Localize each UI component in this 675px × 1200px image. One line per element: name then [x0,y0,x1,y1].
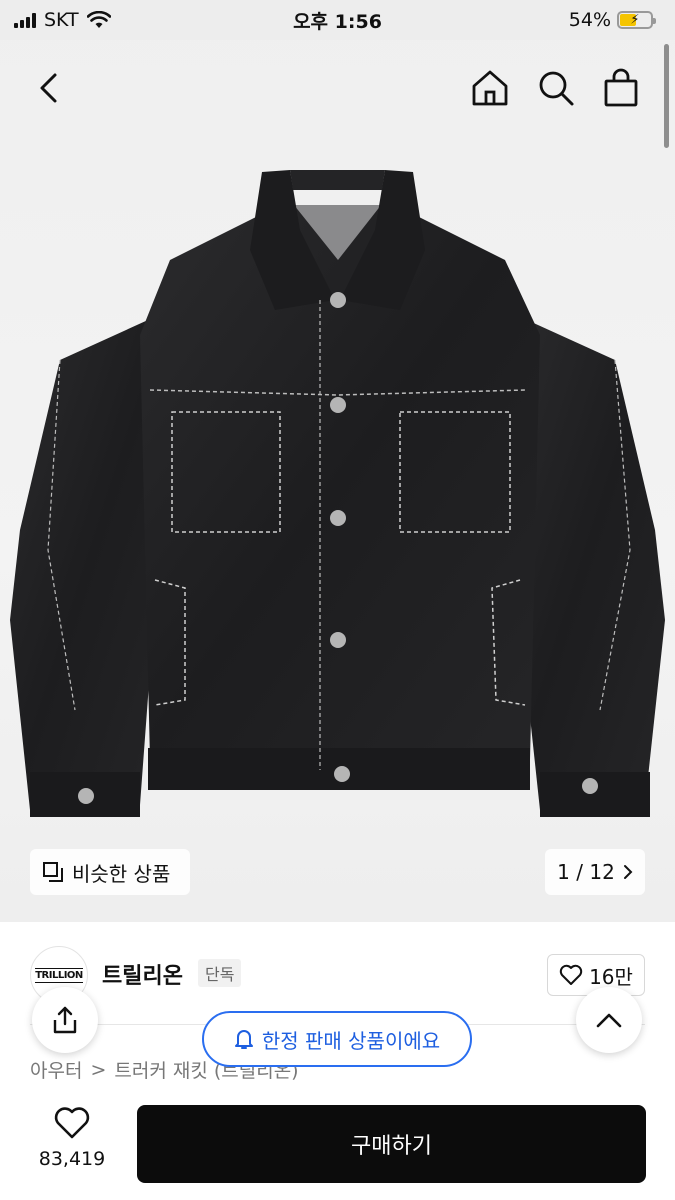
home-button[interactable] [462,60,518,116]
heart-icon [559,964,583,985]
product-image-gallery[interactable]: 비슷한 상품 1 / 12 [0,0,675,922]
scroll-to-top-button[interactable] [576,987,642,1053]
product-photo-denim-jacket [10,170,665,817]
signal-icon [14,12,36,28]
battery-icon: ⚡ [617,11,656,29]
similar-products-label: 비슷한 상품 [72,861,171,886]
status-bar: SKT 오후 1:56 54% ⚡ [0,0,675,40]
back-button[interactable] [22,60,78,116]
charging-bolt-icon: ⚡ [630,12,640,28]
similar-products-icon [43,862,63,882]
image-page-counter[interactable]: 1 / 12 [545,849,645,895]
bell-icon [234,1030,253,1049]
share-icon [53,1006,77,1034]
limited-sale-label: 한정 판매 상품이에요 [261,1028,441,1053]
top-nav [0,60,675,120]
breadcrumb-category[interactable]: 아우터 [30,1056,82,1083]
buy-button[interactable]: 구매하기 [137,1105,646,1183]
battery-percent: 54% [568,9,611,31]
heart-icon [54,1107,90,1139]
status-right: 54% ⚡ [568,9,656,31]
wishlist-count: 83,419 [38,1148,106,1170]
brand-name[interactable]: 트릴리온 [102,958,183,990]
cart-button[interactable] [593,60,649,116]
bottom-purchase-bar: 83,419 구매하기 [0,1082,675,1200]
wishlist-button[interactable]: 83,419 [30,1106,114,1170]
home-icon [472,70,508,106]
limited-sale-toast[interactable]: 한정 판매 상품이에요 [202,1011,472,1067]
breadcrumb-separator-icon: > [90,1058,107,1081]
similar-products-button[interactable]: 비슷한 상품 [30,849,190,895]
share-button[interactable] [32,987,98,1053]
status-left: SKT [14,9,111,31]
back-chevron-icon [40,73,57,103]
image-counter-label: 1 / 12 [557,860,615,884]
chevron-up-icon [596,1013,622,1028]
search-icon [539,71,574,106]
shopping-bag-icon [604,68,638,107]
brand-like-count: 16만 [589,964,633,989]
page-scrollbar[interactable] [664,44,669,148]
exclusive-badge: 단독 [198,959,242,987]
brand-logo-text: TRILLION [35,967,83,983]
search-button[interactable] [528,60,584,116]
carrier-label: SKT [44,9,79,31]
brand-row: TRILLION 트릴리온 단독 16만 [30,944,645,1004]
chevron-right-icon [623,865,633,879]
wifi-icon [86,11,111,28]
